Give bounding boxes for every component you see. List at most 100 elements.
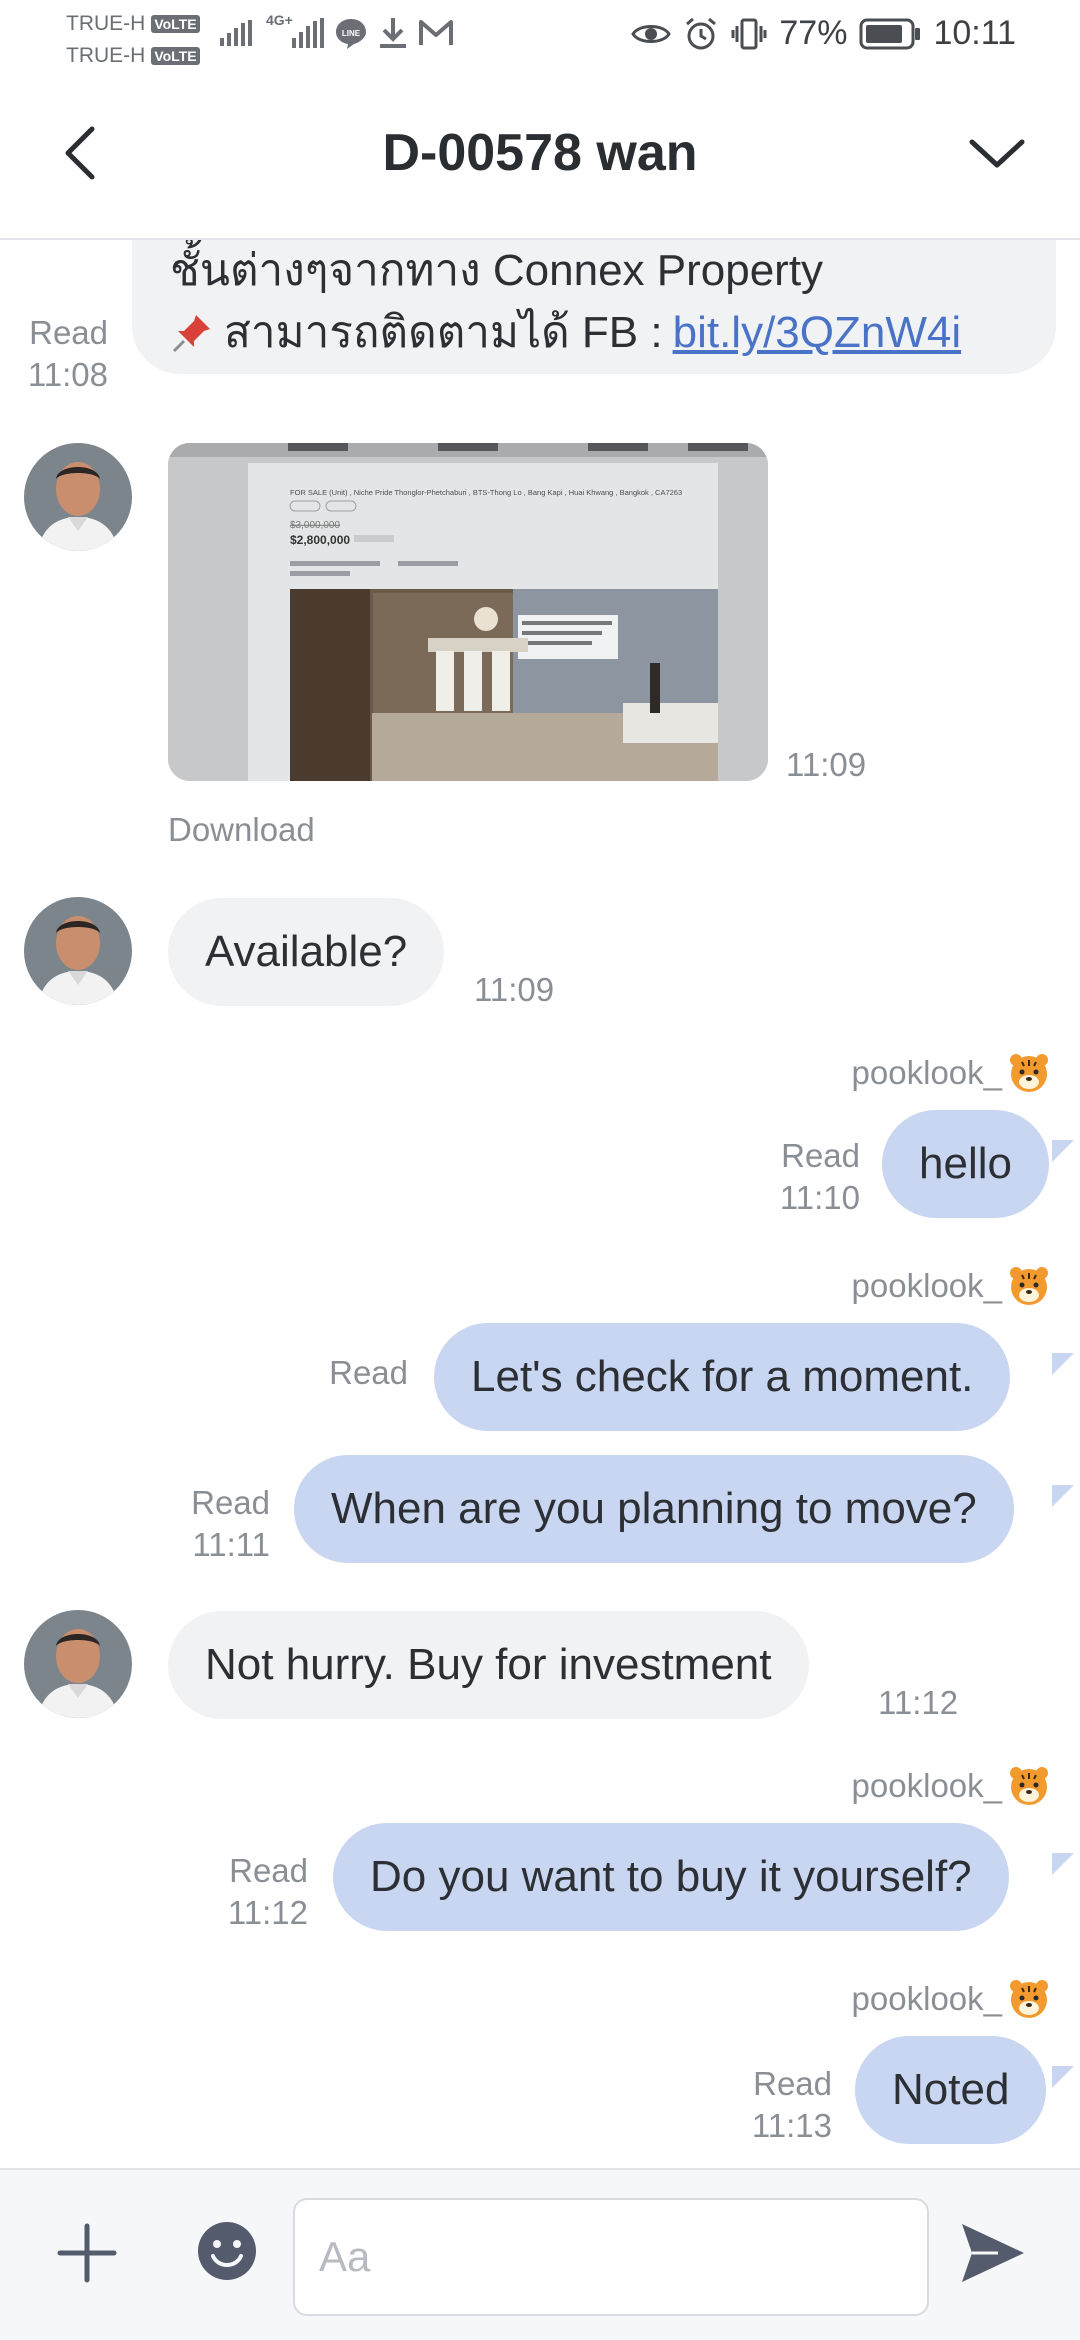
message-text: When are you planning to move? (331, 1484, 977, 1533)
carrier-info: TRUE-H VoLTE TRUE-H VoLTE (66, 8, 200, 72)
message-text: Available? (205, 927, 408, 976)
message-bubble-outgoing[interactable]: Let's check for a moment. (434, 1323, 1011, 1431)
message-text: hello (919, 1139, 1012, 1188)
listing-title: FOR SALE (Unit) , Niche Pride Thonglor-P… (290, 488, 682, 497)
chat-title: D-00578 wan (382, 124, 698, 182)
status-icons-left: 4G+ LINE (220, 12, 454, 50)
clock: 10:11 (933, 14, 1016, 52)
avatar[interactable] (24, 897, 132, 1005)
carrier-2: TRUE-H (66, 44, 146, 67)
sender-label: pooklook_ (851, 1267, 1002, 1304)
message-bubble-outgoing[interactable]: Do you want to buy it yourself? (333, 1823, 1009, 1931)
bubble-tail (1052, 1353, 1074, 1375)
tiger-emoji-icon (1010, 1054, 1048, 1092)
pushpin-icon (172, 315, 210, 353)
message-link[interactable]: bit.ly/3QZnW4i (673, 302, 962, 364)
message-text: Not hurry. Buy for investment (205, 1640, 772, 1689)
carrier-1: TRUE-H (66, 12, 146, 35)
send-button[interactable] (958, 2218, 1028, 2288)
sender-name: pooklook_ (852, 1978, 1050, 2020)
message-time: 11:13 (751, 2107, 832, 2144)
add-attachment-button[interactable] (54, 2220, 120, 2286)
read-receipt: Read (191, 1484, 270, 1521)
vibrate-icon (731, 18, 767, 49)
message-meta: Read 11:08 (0, 312, 108, 396)
bubble-tail (1052, 1853, 1074, 1875)
message-time: 11:09 (474, 971, 555, 1008)
read-receipt: Read (753, 2065, 832, 2102)
message-meta: Read 11:10 (760, 1135, 860, 1219)
message-bubble-incoming[interactable]: Not hurry. Buy for investment (168, 1611, 809, 1719)
message-bubble-outgoing[interactable]: Noted (855, 2036, 1047, 2144)
svg-text:LINE: LINE (342, 29, 361, 38)
message-text: สามารถติดตามได้ FB : (224, 308, 663, 357)
download-link[interactable]: Download (168, 811, 315, 849)
message-bubble-outgoing[interactable]: hello (882, 1110, 1049, 1218)
bubble-tail (1052, 1485, 1074, 1507)
message-meta: Read 11:12 (208, 1850, 308, 1934)
eye-icon (631, 24, 672, 43)
listing-photo: FOR SALE (Unit) , Niche Pride Thonglor-P… (168, 443, 768, 781)
download-icon (380, 18, 406, 48)
expand-menu-button[interactable] (962, 123, 1032, 183)
volte-badge: VoLTE (151, 47, 200, 65)
message-time: 11:12 (878, 1684, 959, 1721)
message-list[interactable]: Read 11:08 ชั้นต่างๆจากทาง Connex Proper… (0, 240, 1080, 2168)
message-time: 11:09 (786, 746, 867, 783)
avatar-image (24, 897, 132, 1005)
battery-percent: 77% (779, 14, 848, 52)
send-icon (962, 2224, 1024, 2282)
status-bar: TRUE-H VoLTE TRUE-H VoLTE 4G+ LINE 77% 10:… (0, 0, 1080, 75)
read-receipt: Read (29, 314, 108, 351)
bubble-tail (1052, 1140, 1074, 1162)
gmail-icon (419, 20, 453, 45)
avatar-image (24, 443, 132, 551)
message-meta: Read 11:11 (170, 1482, 270, 1566)
avatar-image (24, 1610, 132, 1718)
read-receipt: Read (329, 1354, 408, 1391)
message-bubble-incoming[interactable]: Available? (168, 898, 445, 1006)
volte-badge: VoLTE (151, 15, 200, 33)
read-receipt: Read (781, 1137, 860, 1174)
tiger-emoji-icon (1010, 1980, 1048, 2018)
sender-name: pooklook_ (852, 1765, 1050, 1807)
network-type: 4G+ (266, 12, 293, 28)
message-bubble-outgoing[interactable]: When are you planning to move? (294, 1455, 1014, 1563)
composer-bar (0, 2168, 1080, 2340)
sender-label: pooklook_ (851, 1054, 1002, 1091)
emoji-button[interactable] (196, 2220, 258, 2282)
message-text: ชั้นต่างๆจากทาง Connex Property (170, 246, 824, 295)
sender-name: pooklook_ (852, 1052, 1050, 1094)
message-text: Noted (892, 2065, 1010, 2114)
smiley-icon (198, 2222, 256, 2280)
bubble-tail (1052, 2066, 1074, 2088)
message-time: 11:08 (27, 356, 108, 393)
chevron-down-icon (969, 139, 1025, 168)
sender-name: pooklook_ (852, 1265, 1050, 1307)
signal-icon (220, 20, 252, 46)
tiger-emoji-icon (1010, 1767, 1048, 1805)
sender-label: pooklook_ (851, 1767, 1002, 1804)
message-time: 11:10 (779, 1179, 860, 1216)
message-time: 11:12 (227, 1894, 308, 1931)
old-price: $3,000,000 (290, 520, 340, 531)
message-input[interactable] (293, 2198, 929, 2316)
sender-label: pooklook_ (851, 1980, 1002, 2017)
message-meta: Read 11:13 (732, 2063, 832, 2147)
message-time: 11:11 (192, 1526, 270, 1563)
message-meta: Read (308, 1352, 408, 1394)
message-text-line: สามารถติดตามได้ FB : bit.ly/3QZnW4i (170, 302, 1018, 364)
listing-price: $2,800,000 (290, 533, 350, 547)
alarm-icon (686, 17, 717, 49)
avatar[interactable] (24, 443, 132, 551)
line-app-icon: LINE (336, 19, 366, 49)
read-receipt: Read (229, 1852, 308, 1889)
message-text: Let's check for a moment. (471, 1352, 974, 1401)
status-icons-right: 77% 10:11 (631, 14, 1016, 53)
plus-icon (57, 2223, 117, 2283)
message-bubble-incoming[interactable]: ชั้นต่างๆจากทาง Connex Property สามารถติ… (132, 240, 1056, 374)
avatar[interactable] (24, 1610, 132, 1718)
chat-header: D-00578 wan (0, 75, 1080, 240)
battery-icon (859, 18, 921, 49)
image-message[interactable]: FOR SALE (Unit) , Niche Pride Thonglor-P… (168, 443, 768, 781)
